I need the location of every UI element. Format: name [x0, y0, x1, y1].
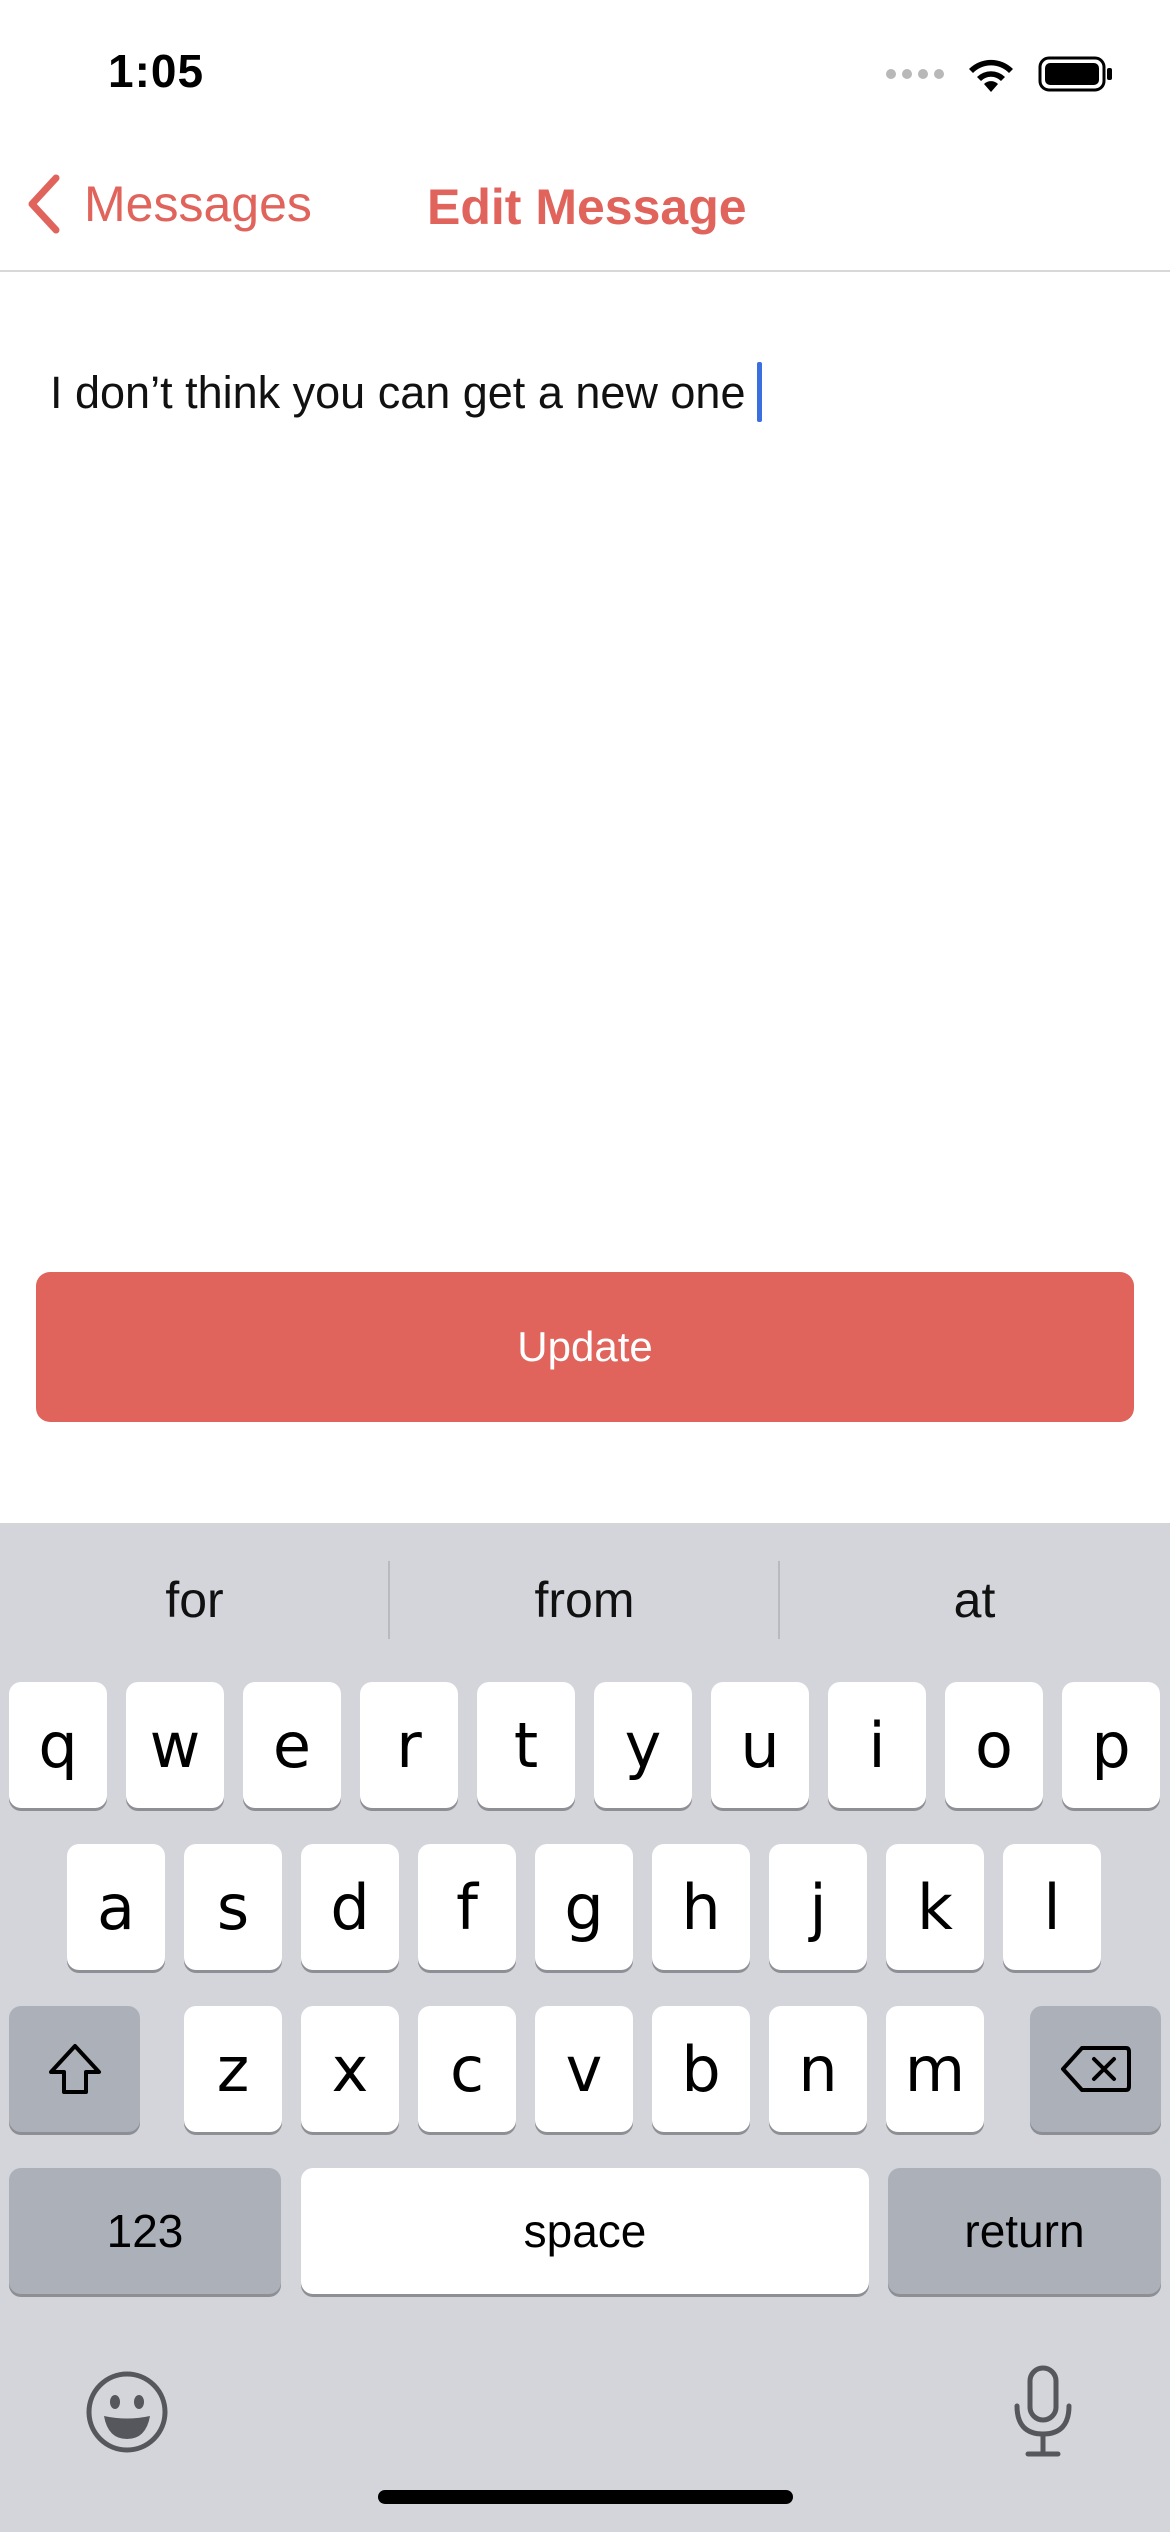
- page-title: Edit Message: [427, 179, 747, 235]
- numbers-key-label: 123: [106, 2205, 184, 2257]
- wifi-icon: [969, 59, 1013, 92]
- update-button[interactable]: Update: [36, 1272, 1134, 1422]
- home-indicator: [378, 2490, 793, 2504]
- emoji-button[interactable]: [84, 2369, 170, 2455]
- key-g[interactable]: g: [535, 1844, 633, 1970]
- backspace-icon: [1060, 2046, 1131, 2092]
- return-key[interactable]: return: [888, 2168, 1161, 2294]
- key-u[interactable]: u: [711, 1682, 809, 1808]
- navigation-bar: Messages Edit Message: [0, 140, 1170, 272]
- shift-key[interactable]: [9, 2006, 140, 2132]
- suggestion-2[interactable]: from: [390, 1523, 779, 1677]
- message-text: I don’t think you can get a new one: [50, 367, 746, 418]
- key-m[interactable]: m: [886, 2006, 984, 2132]
- key-a[interactable]: a: [67, 1844, 165, 1970]
- predictive-suggestions: for from at: [0, 1523, 1170, 1677]
- battery-icon: [1038, 56, 1112, 92]
- status-bar: 1:05: [0, 0, 1170, 140]
- key-f[interactable]: f: [418, 1844, 516, 1970]
- back-button[interactable]: Messages: [26, 174, 312, 234]
- key-s[interactable]: s: [184, 1844, 282, 1970]
- microphone-icon: [1014, 2365, 1072, 2457]
- suggestion-3[interactable]: at: [780, 1523, 1169, 1677]
- dictation-button[interactable]: [1010, 2364, 1076, 2460]
- key-v[interactable]: v: [535, 2006, 633, 2132]
- emoji-icon: [86, 2371, 168, 2453]
- key-y[interactable]: y: [594, 1682, 692, 1808]
- key-j[interactable]: j: [769, 1844, 867, 1970]
- chevron-left-icon: [28, 174, 60, 234]
- signal-dots-icon: [886, 69, 944, 79]
- backspace-key[interactable]: [1030, 2006, 1161, 2132]
- numbers-key[interactable]: 123: [9, 2168, 281, 2294]
- update-button-label: Update: [517, 1323, 653, 1370]
- message-text-view[interactable]: I don’t think you can get a new one: [0, 272, 1170, 1232]
- key-b[interactable]: b: [652, 2006, 750, 2132]
- key-k[interactable]: k: [886, 1844, 984, 1970]
- key-o[interactable]: o: [945, 1682, 1043, 1808]
- key-d[interactable]: d: [301, 1844, 399, 1970]
- key-p[interactable]: p: [1062, 1682, 1160, 1808]
- shift-icon: [48, 2044, 101, 2094]
- key-l[interactable]: l: [1003, 1844, 1101, 1970]
- text-cursor: [757, 362, 763, 422]
- message-text-line: I don’t think you can get a new one: [50, 362, 763, 422]
- key-e[interactable]: e: [243, 1682, 341, 1808]
- key-r[interactable]: r: [360, 1682, 458, 1808]
- key-i[interactable]: i: [828, 1682, 926, 1808]
- keyboard: for from at q w e r t y u i o p a s d f …: [0, 1523, 1170, 2532]
- key-t[interactable]: t: [477, 1682, 575, 1808]
- key-x[interactable]: x: [301, 2006, 399, 2132]
- status-time: 1:05: [108, 45, 205, 97]
- space-key-label: space: [523, 2205, 647, 2257]
- key-n[interactable]: n: [769, 2006, 867, 2132]
- return-key-label: return: [964, 2205, 1085, 2257]
- key-q[interactable]: q: [9, 1682, 107, 1808]
- key-c[interactable]: c: [418, 2006, 516, 2132]
- back-label: Messages: [84, 176, 312, 232]
- key-h[interactable]: h: [652, 1844, 750, 1970]
- key-z[interactable]: z: [184, 2006, 282, 2132]
- space-key[interactable]: space: [301, 2168, 869, 2294]
- key-w[interactable]: w: [126, 1682, 224, 1808]
- edit-message-screen: 1:05 Messages Edit Message I don’t think…: [0, 0, 1170, 2532]
- status-icons: [886, 54, 1114, 94]
- suggestion-1[interactable]: for: [0, 1523, 389, 1677]
